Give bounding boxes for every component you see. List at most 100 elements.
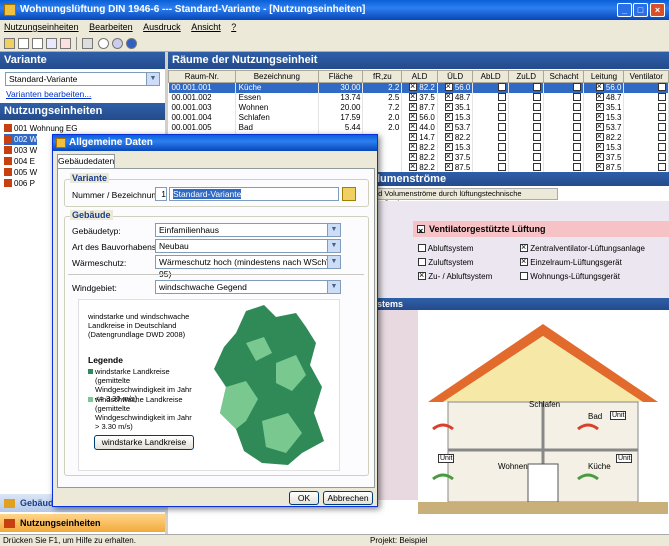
checkbox[interactable] [573, 133, 582, 141]
windstarke-button[interactable]: windstarke Landkreise [94, 435, 194, 450]
tab-gebaeudedaten[interactable]: Gebäudedaten [57, 154, 115, 168]
checkbox[interactable] [520, 242, 528, 252]
help-icon[interactable] [126, 38, 137, 49]
table-row[interactable]: 00.001.004 Schlafen 17.59 2.0 56.0 15.3 15.… [168, 111, 669, 123]
menu-ansicht[interactable]: Ansicht [191, 22, 221, 32]
windgebiet-select[interactable]: windschwache Gegend ▼ [155, 280, 341, 294]
checkbox[interactable] [533, 123, 542, 131]
checkbox[interactable] [409, 151, 418, 161]
checkbox[interactable] [573, 163, 582, 171]
column-header[interactable]: Leitung [583, 70, 625, 83]
gebaeudetyp-select[interactable]: Einfamilienhaus ▼ [155, 223, 341, 237]
checkbox[interactable] [658, 123, 666, 131]
checkbox[interactable] [658, 103, 666, 111]
opt-abluftsystem[interactable]: Abluftsystem [418, 244, 474, 254]
checkbox[interactable] [497, 133, 506, 141]
checkbox[interactable] [418, 270, 426, 280]
column-header[interactable]: Ventilator [623, 70, 669, 83]
bauvorhaben-select[interactable]: Neubau ▼ [155, 239, 341, 253]
column-header[interactable]: Fläche [317, 70, 364, 83]
minimize-button[interactable]: _ [617, 3, 632, 17]
menu-bearbeiten[interactable]: Bearbeiten [89, 22, 133, 32]
checkbox[interactable] [658, 153, 666, 161]
checkbox[interactable] [444, 101, 453, 111]
checkbox[interactable] [444, 141, 453, 151]
checkbox[interactable] [573, 143, 582, 151]
checkbox[interactable] [418, 258, 426, 266]
tree-item[interactable]: 003 W [4, 145, 37, 156]
checkbox[interactable] [595, 131, 604, 141]
tree-item[interactable]: 004 E [4, 156, 35, 167]
menu-ausdruck[interactable]: Ausdruck [143, 22, 181, 32]
checkbox[interactable] [595, 101, 604, 111]
table-row[interactable]: 00.001.001 Küche 30.00 2.2 82.2 56.0 56.0 [168, 81, 669, 93]
checkbox[interactable] [533, 153, 542, 161]
maximize-button[interactable]: □ [633, 3, 648, 17]
tree-item[interactable]: 001 Wohnung EG [4, 123, 77, 134]
nummer-field[interactable]: 1 [155, 187, 167, 201]
waermeschutz-select[interactable]: Wärmeschutz hoch (mindestens nach WSchV … [155, 255, 341, 279]
copy-icon[interactable] [32, 38, 43, 49]
tree-item-selected[interactable]: 002 W [4, 134, 38, 145]
paste-icon[interactable] [46, 38, 57, 49]
menu-nutzungseinheiten[interactable]: Nutzungseinheiten [4, 22, 79, 32]
column-header[interactable]: ALD [401, 70, 438, 83]
checkbox[interactable] [409, 131, 418, 141]
column-header[interactable]: Bezeichnung [234, 70, 319, 83]
checkbox[interactable] [658, 133, 666, 141]
checkbox[interactable] [444, 161, 453, 171]
checkbox[interactable] [444, 91, 453, 101]
checkbox[interactable] [497, 143, 506, 151]
checkbox[interactable] [595, 161, 604, 171]
tree-item[interactable]: 005 W [4, 167, 37, 178]
checkbox[interactable] [409, 101, 418, 111]
varianten-edit-link[interactable]: Varianten bearbeiten... [6, 89, 91, 99]
checkbox[interactable] [573, 153, 582, 161]
close-button[interactable]: × [650, 3, 665, 17]
opt-wohnungsgeraet[interactable]: Wohnungs-Lüftungsgerät [520, 272, 620, 282]
checkbox[interactable] [444, 121, 453, 131]
search-icon[interactable] [98, 38, 109, 49]
checkbox[interactable] [658, 143, 666, 151]
variante-select[interactable]: Standard-Variante ▼ [5, 72, 160, 86]
checkbox[interactable] [658, 113, 666, 121]
checkbox[interactable] [595, 121, 604, 131]
table-row[interactable]: 00.001.003 Wohnen 20.00 7.2 87.7 35.1 35.1 [168, 101, 669, 113]
opt-einzelraum[interactable]: Einzelraum-Lüftungsgerät [520, 256, 622, 268]
checkbox[interactable] [533, 163, 542, 171]
checkbox[interactable] [573, 113, 582, 121]
checkbox[interactable] [533, 133, 542, 141]
bezeichnung-field[interactable]: Standard-Variante [169, 187, 339, 201]
tree-item[interactable]: 006 P [4, 178, 35, 189]
menu-help[interactable]: ? [231, 22, 236, 32]
column-header[interactable]: ÜLD [436, 70, 474, 83]
opt-zuabluftsystem[interactable]: Zu- / Abluftsystem [418, 270, 492, 282]
checkbox[interactable] [497, 163, 506, 171]
tab-volumen[interactable]: nd Volumenströme durch lüftungstechnisch… [373, 188, 558, 208]
checkbox[interactable] [595, 141, 604, 151]
checkbox[interactable] [497, 83, 506, 92]
checkbox[interactable] [409, 161, 418, 171]
checkbox[interactable] [573, 93, 582, 101]
checkbox[interactable] [497, 123, 506, 131]
column-header[interactable]: ZuLD [507, 70, 545, 83]
column-header[interactable]: AbLD [472, 70, 509, 83]
checkbox[interactable] [573, 103, 582, 111]
checkbox[interactable] [658, 163, 666, 171]
ok-button[interactable]: OK [289, 491, 319, 505]
open-icon[interactable] [4, 38, 15, 49]
folder-icon[interactable] [342, 187, 356, 201]
opt-zuluftsystem[interactable]: Zuluftsystem [418, 258, 474, 268]
checkbox[interactable] [418, 244, 426, 252]
checkbox[interactable] [444, 151, 453, 161]
checkbox[interactable] [497, 153, 506, 161]
checkbox[interactable] [658, 83, 666, 92]
checkbox[interactable] [409, 111, 418, 121]
column-header[interactable]: fR,zu [362, 70, 403, 83]
checkbox[interactable] [658, 93, 666, 101]
checkbox[interactable] [533, 93, 542, 101]
checkbox[interactable] [533, 103, 542, 111]
checkbox[interactable] [595, 91, 604, 101]
checkbox[interactable] [595, 151, 604, 161]
refresh-icon[interactable] [112, 38, 123, 49]
